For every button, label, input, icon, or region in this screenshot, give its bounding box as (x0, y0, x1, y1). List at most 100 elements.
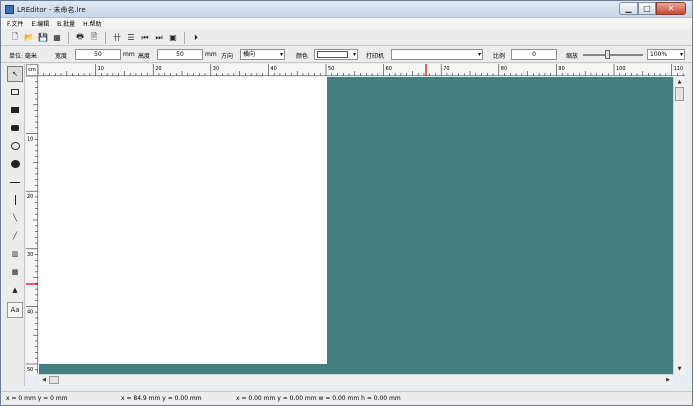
ruler-label: 50 (328, 66, 334, 72)
menu-bar: F.文件 E.编辑 B.批量 H.帮助 (1, 18, 692, 29)
open-folder-icon[interactable]: 📂 (23, 32, 35, 44)
scroll-up-icon[interactable]: ▲ (674, 77, 685, 87)
zoom-value: 100% (650, 51, 668, 58)
run-icon[interactable]: ▣ (167, 32, 179, 44)
main-toolbar: 🗋 📂 💾 ▦ 🖶 🗎 卄 ☰ ⏮ ⏭ ▣ ⏵ (1, 30, 692, 46)
align-rows-icon[interactable]: ☰ (125, 32, 137, 44)
app-logo-icon (5, 5, 14, 14)
horizontal-line-icon[interactable] (7, 174, 23, 190)
color-swatch (317, 51, 348, 58)
menu-help[interactable]: H.帮助 (83, 19, 101, 28)
vertical-line-icon[interactable] (7, 192, 23, 208)
printer-select[interactable]: ▾ (391, 49, 483, 60)
status-mouse-coords: x = 0 mm y = 0 mm (6, 395, 68, 402)
vertical-ruler: 10 20 30 40 50 (26, 75, 38, 374)
color-select[interactable]: ▾ (314, 49, 358, 60)
ruler-label: 50 (27, 367, 33, 373)
unit-label: 单位: 毫米 (9, 53, 37, 60)
properties-bar: 单位: 毫米 宽度 50 mm 高度 50 mm 方向 横向 ▾ 颜色 ▾ 打印… (1, 47, 692, 63)
ellipse-filled-icon[interactable] (7, 156, 23, 172)
pointer-icon[interactable]: ↖ (7, 66, 23, 82)
ruler-label: 100 (616, 66, 626, 72)
toolbar-separator (68, 31, 69, 44)
ellipse-outline-icon[interactable] (7, 138, 23, 154)
direction-select[interactable]: 横向 ▾ (240, 49, 285, 60)
color-label: 颜色 (296, 53, 309, 60)
zoom-slider-thumb[interactable] (605, 50, 610, 59)
height-input[interactable]: 50 (157, 49, 203, 60)
rounded-rect-icon[interactable] (7, 120, 23, 136)
ruler-label: 40 (27, 309, 33, 315)
last-page-icon[interactable]: ⏭ (153, 32, 165, 44)
menu-edit[interactable]: E.编辑 (31, 19, 49, 28)
ratio-input[interactable]: 0 (511, 49, 557, 60)
title-bar[interactable]: LREditor - 未命名.lre ▁ □ ✕ (1, 1, 692, 18)
ruler-label: 40 (270, 66, 276, 72)
direction-label: 方向 (221, 53, 234, 60)
horizontal-scrollbar[interactable]: ◀ ▶ (39, 374, 673, 385)
ruler-label: 20 (155, 66, 161, 72)
qrcode-icon[interactable]: ▩ (7, 264, 23, 280)
horizontal-ruler: 10 20 30 40 50 60 70 80 90 100 110 (37, 64, 685, 76)
text-icon[interactable]: Aa (7, 302, 23, 318)
app-window: LREditor - 未命名.lre ▁ □ ✕ F.文件 E.编辑 B.批量 … (0, 0, 693, 406)
zoom-select[interactable]: 100% ▾ (647, 49, 685, 60)
align-columns-icon[interactable]: 卄 (111, 32, 123, 44)
status-bar: x = 0 mm y = 0 mm x = 84.9 mm y = 0.00 m… (1, 391, 692, 405)
new-file-icon[interactable]: 🗋 (9, 32, 21, 44)
ruler-label: 20 (27, 194, 33, 200)
menu-batch[interactable]: B.批量 (57, 19, 75, 28)
ratio-label: 比例 (493, 53, 506, 60)
width-label: 宽度 (55, 53, 68, 60)
zoom-label: 缩放 (566, 53, 579, 60)
barcode-icon[interactable]: ▥ (7, 246, 23, 262)
scroll-down-icon[interactable]: ▼ (674, 364, 685, 374)
zoom-slider-track[interactable] (583, 54, 643, 56)
ruler-label: 70 (443, 66, 449, 72)
direction-value: 横向 (243, 51, 256, 58)
chevron-down-icon: ▾ (279, 51, 283, 58)
chevron-down-icon: ▾ (352, 51, 356, 58)
height-unit: mm (205, 51, 217, 58)
first-page-icon[interactable]: ⏮ (139, 32, 151, 44)
ruler-label: 90 (558, 66, 564, 72)
diagonal-up-line-icon[interactable]: ╱ (7, 228, 23, 244)
design-canvas[interactable] (39, 77, 673, 374)
rectangle-outline-icon[interactable] (7, 84, 23, 100)
printer-label: 打印机 (366, 53, 385, 60)
tool-palette: ↖ ╲ ╱ ▥ ▩ ▲ Aa (5, 64, 25, 386)
chevron-down-icon: ▾ (477, 51, 481, 58)
vertical-scrollbar[interactable]: ▲ ▼ (673, 77, 685, 374)
ruler-label: 30 (27, 252, 33, 258)
toolbar-separator (184, 31, 185, 44)
maximize-button[interactable]: □ (638, 2, 656, 15)
save-icon[interactable]: 💾 (37, 32, 49, 44)
scroll-right-icon[interactable]: ▶ (663, 375, 673, 385)
scroll-left-icon[interactable]: ◀ (39, 375, 49, 385)
height-label: 高度 (138, 53, 151, 60)
ruler-label: 10 (27, 137, 33, 143)
horizontal-ruler-ticks: 10 20 30 40 50 60 70 80 90 100 110 (37, 64, 684, 76)
toolbar-separator (105, 31, 106, 44)
status-position: x = 84.9 mm y = 0.00 mm (121, 395, 202, 402)
vertical-ruler-ticks: 10 20 30 40 50 (26, 75, 38, 373)
ruler-label: 10 (98, 66, 104, 72)
close-button[interactable]: ✕ (656, 2, 686, 15)
exit-icon[interactable]: ⏵ (190, 32, 202, 44)
horizontal-scroll-thumb[interactable] (49, 376, 59, 384)
ruler-label: 80 (501, 66, 507, 72)
ruler-label: 30 (213, 66, 219, 72)
print-icon[interactable]: 🖶 (74, 32, 86, 44)
minimize-button[interactable]: ▁ (619, 2, 638, 15)
chevron-down-icon: ▾ (679, 51, 683, 58)
menu-file[interactable]: F.文件 (7, 19, 23, 28)
status-selection: x = 0.00 mm y = 0.00 mm w = 0.00 mm h = … (236, 395, 401, 402)
image-icon[interactable]: ▲ (7, 282, 23, 298)
diagonal-down-line-icon[interactable]: ╲ (7, 210, 23, 226)
label-paper[interactable] (39, 77, 327, 364)
vertical-scroll-thumb[interactable] (675, 87, 684, 101)
print-preview-icon[interactable]: 🗎 (88, 32, 100, 44)
rectangle-filled-icon[interactable] (7, 102, 23, 118)
save-all-icon[interactable]: ▦ (51, 32, 63, 44)
width-input[interactable]: 50 (75, 49, 121, 60)
